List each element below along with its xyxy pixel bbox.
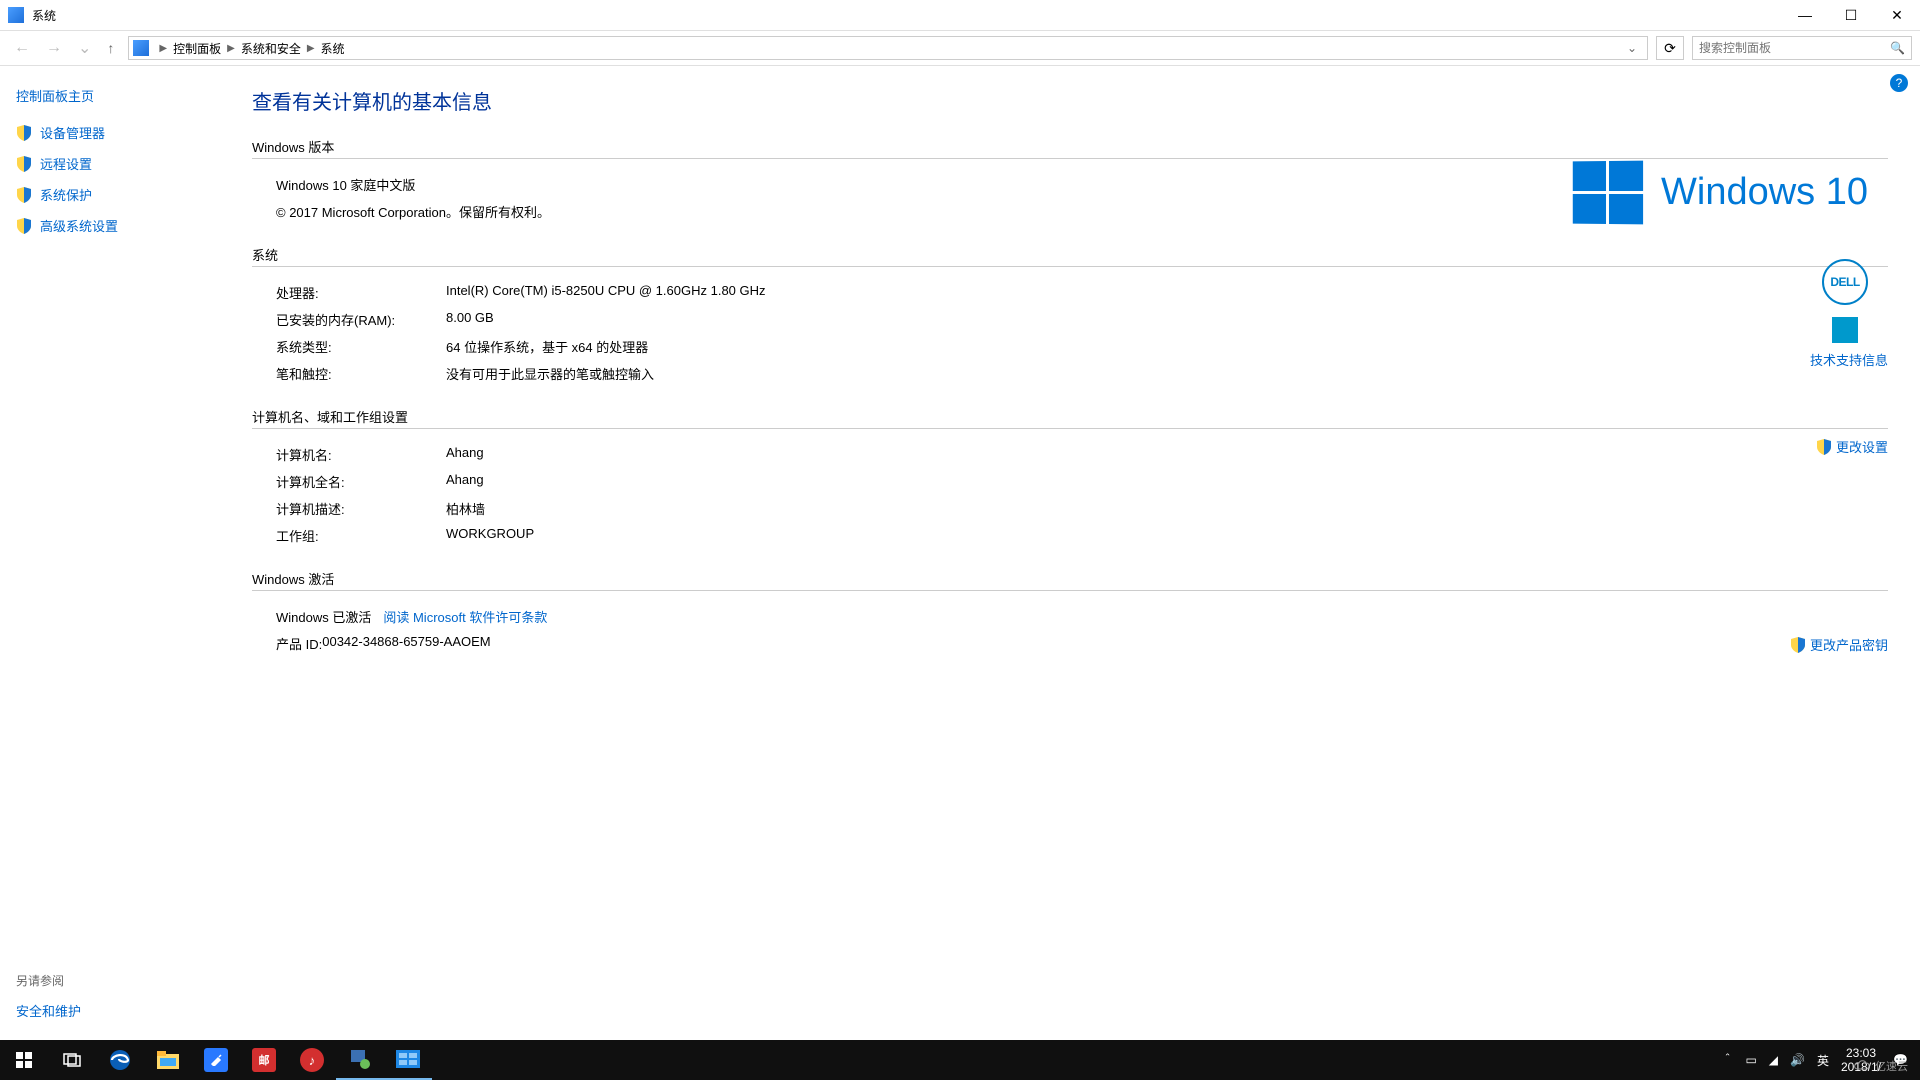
address-bar[interactable]: ▶ 控制面板 ▶ 系统和安全 ▶ 系统 ⌄ [128,36,1648,60]
sidebar-item-label: 高级系统设置 [40,216,118,235]
start-button[interactable] [0,1040,48,1080]
computer-fullname-row: 计算机全名:Ahang [252,468,1888,495]
search-icon[interactable]: 🔍 [1890,41,1905,55]
taskbar-music-icon[interactable]: ♪ [288,1040,336,1080]
windows-logo-icon [1573,161,1643,225]
taskbar-control-panel-icon[interactable] [384,1040,432,1080]
sidebar-item-label: 系统保护 [40,185,92,204]
forward-button[interactable]: → [40,35,68,61]
sidebar-item-remote[interactable]: 远程设置 [16,154,204,173]
cloud-icon [1853,1060,1871,1072]
sidebar-item-label: 设备管理器 [40,123,105,142]
windows-logo-text: Windows 10 [1661,171,1868,214]
ram-row: 已安装的内存(RAM):8.00 GB [252,306,1888,333]
task-view-button[interactable] [48,1040,96,1080]
shield-icon [16,218,32,234]
pen-touch-row: 笔和触控:没有可用于此显示器的笔或触控输入 [252,360,1888,387]
search-box[interactable]: 🔍 [1692,36,1912,60]
activation-status-row: Windows 已激活 阅读 Microsoft 软件许可条款 [252,603,1888,630]
license-terms-link[interactable]: 阅读 Microsoft 软件许可条款 [383,607,547,626]
tray-ime-indicator[interactable]: 英 [1817,1052,1829,1069]
edition-row: Windows 10 家庭中文版 [252,171,550,198]
see-also-title: 另请参阅 [16,972,81,989]
sidebar: 控制面板主页 设备管理器 远程设置 系统保护 高级系统设置 另请参阅 安全和维护 [0,66,220,1040]
section-header: Windows 版本 [252,137,1888,159]
copyright-row: © 2017 Microsoft Corporation。保留所有权利。 [252,198,550,225]
taskbar-edge-icon[interactable] [96,1040,144,1080]
shield-icon [16,125,32,141]
address-dropdown[interactable]: ⌄ [1621,41,1643,55]
main-panel: 查看有关计算机的基本信息 Windows 版本 Windows 10 家庭中文版… [220,66,1920,1040]
section-system: 系统 处理器:Intel(R) Core(TM) i5-8250U CPU @ … [252,245,1888,387]
tray-chevron-icon[interactable]: ＾ [1721,1052,1733,1069]
taskbar: 邮 ♪ ＾ ▭ ◢ 🔊 英 23:03 2018/1/ 💬 [0,1040,1920,1080]
sidebar-item-label: 远程设置 [40,154,92,173]
content-area: ? 控制面板主页 设备管理器 远程设置 系统保护 高级系统设置 另请参阅 安全和… [0,66,1920,1040]
navigation-bar: ← → ⌄ ↑ ▶ 控制面板 ▶ 系统和安全 ▶ 系统 ⌄ ⟳ 🔍 [0,30,1920,66]
product-id-row: 产品 ID: 00342-34868-65759-AAOEM [252,630,1888,657]
section-header: Windows 激活 [252,569,1888,591]
tray-battery-icon[interactable]: ▭ [1745,1053,1756,1067]
breadcrumb-sep[interactable]: ▶ [303,43,319,54]
tray-volume-icon[interactable]: 🔊 [1790,1053,1805,1067]
computer-desc-row: 计算机描述:柏林墙 [252,495,1888,522]
minimize-button[interactable]: — [1782,0,1828,30]
shield-icon [1790,637,1806,653]
sidebar-item-advanced[interactable]: 高级系统设置 [16,216,204,235]
processor-row: 处理器:Intel(R) Core(TM) i5-8250U CPU @ 1.6… [252,279,1888,306]
change-product-key-link[interactable]: 更改产品密钥 [1790,635,1888,654]
address-icon [133,40,149,56]
windows-logo: Windows 10 [1572,161,1868,224]
up-button[interactable]: ↑ [101,36,120,60]
support-link[interactable]: 技术支持信息 [1810,350,1888,369]
taskbar-app-icon[interactable] [192,1040,240,1080]
search-input[interactable] [1699,41,1890,55]
window-controls: — ☐ ✕ [1782,0,1920,30]
section-computer-name: 计算机名、域和工作组设置 更改设置 计算机名:Ahang 计算机全名:Ahang… [252,407,1888,549]
taskbar-explorer-icon[interactable] [144,1040,192,1080]
sidebar-footer: 另请参阅 安全和维护 [16,972,81,1020]
close-button[interactable]: ✕ [1874,0,1920,30]
sidebar-item-protection[interactable]: 系统保护 [16,185,204,204]
window-title: 系统 [32,6,1782,24]
tray-wifi-icon[interactable]: ◢ [1769,1053,1778,1067]
section-header: 系统 [252,245,1888,267]
section-header: 计算机名、域和工作组设置 [252,407,1888,429]
window-icon [8,7,24,23]
energy-star-icon [1832,317,1858,343]
breadcrumb-sep[interactable]: ▶ [155,43,171,54]
sidebar-item-device-manager[interactable]: 设备管理器 [16,123,204,142]
breadcrumb-item[interactable]: 系统和安全 [241,40,301,57]
see-also-link[interactable]: 安全和维护 [16,1001,81,1020]
computer-name-row: 计算机名:Ahang [252,441,1888,468]
breadcrumb: ▶ 控制面板 ▶ 系统和安全 ▶ 系统 [155,40,1621,57]
page-title: 查看有关计算机的基本信息 [252,86,1888,115]
workgroup-row: 工作组:WORKGROUP [252,522,1888,549]
breadcrumb-item[interactable]: 控制面板 [173,40,221,57]
breadcrumb-sep[interactable]: ▶ [223,43,239,54]
dell-logo: DELL [1822,259,1868,305]
title-bar: 系统 — ☐ ✕ [0,0,1920,30]
shield-icon [16,187,32,203]
section-windows-edition: Windows 版本 Windows 10 家庭中文版 © 2017 Micro… [252,137,1888,225]
sidebar-home-link[interactable]: 控制面板主页 [16,86,204,105]
watermark: 亿速云 [1853,1058,1908,1074]
section-activation: Windows 激活 Windows 已激活 阅读 Microsoft 软件许可… [252,569,1888,657]
refresh-button[interactable]: ⟳ [1656,36,1684,60]
taskbar-mail-icon[interactable]: 邮 [240,1040,288,1080]
recent-dropdown[interactable]: ⌄ [72,34,97,62]
shield-icon [1816,439,1832,455]
change-settings-link[interactable]: 更改设置 [1816,437,1888,456]
back-button[interactable]: ← [8,35,36,61]
breadcrumb-item[interactable]: 系统 [321,40,345,57]
system-type-row: 系统类型:64 位操作系统，基于 x64 的处理器 [252,333,1888,360]
taskbar-app2-icon[interactable] [336,1040,384,1080]
maximize-button[interactable]: ☐ [1828,0,1874,30]
shield-icon [16,156,32,172]
